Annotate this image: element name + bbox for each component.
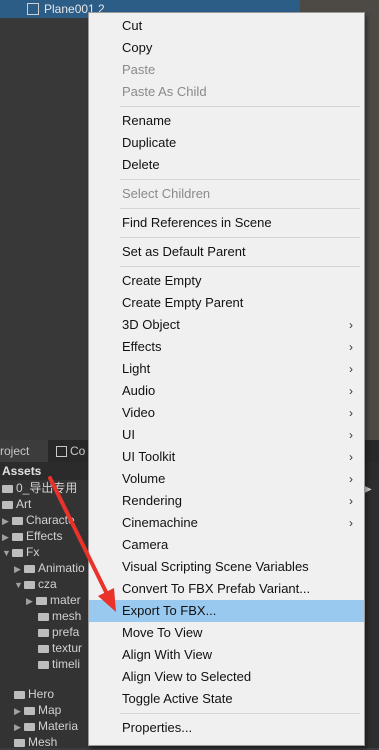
annotation-arrow — [48, 476, 116, 612]
